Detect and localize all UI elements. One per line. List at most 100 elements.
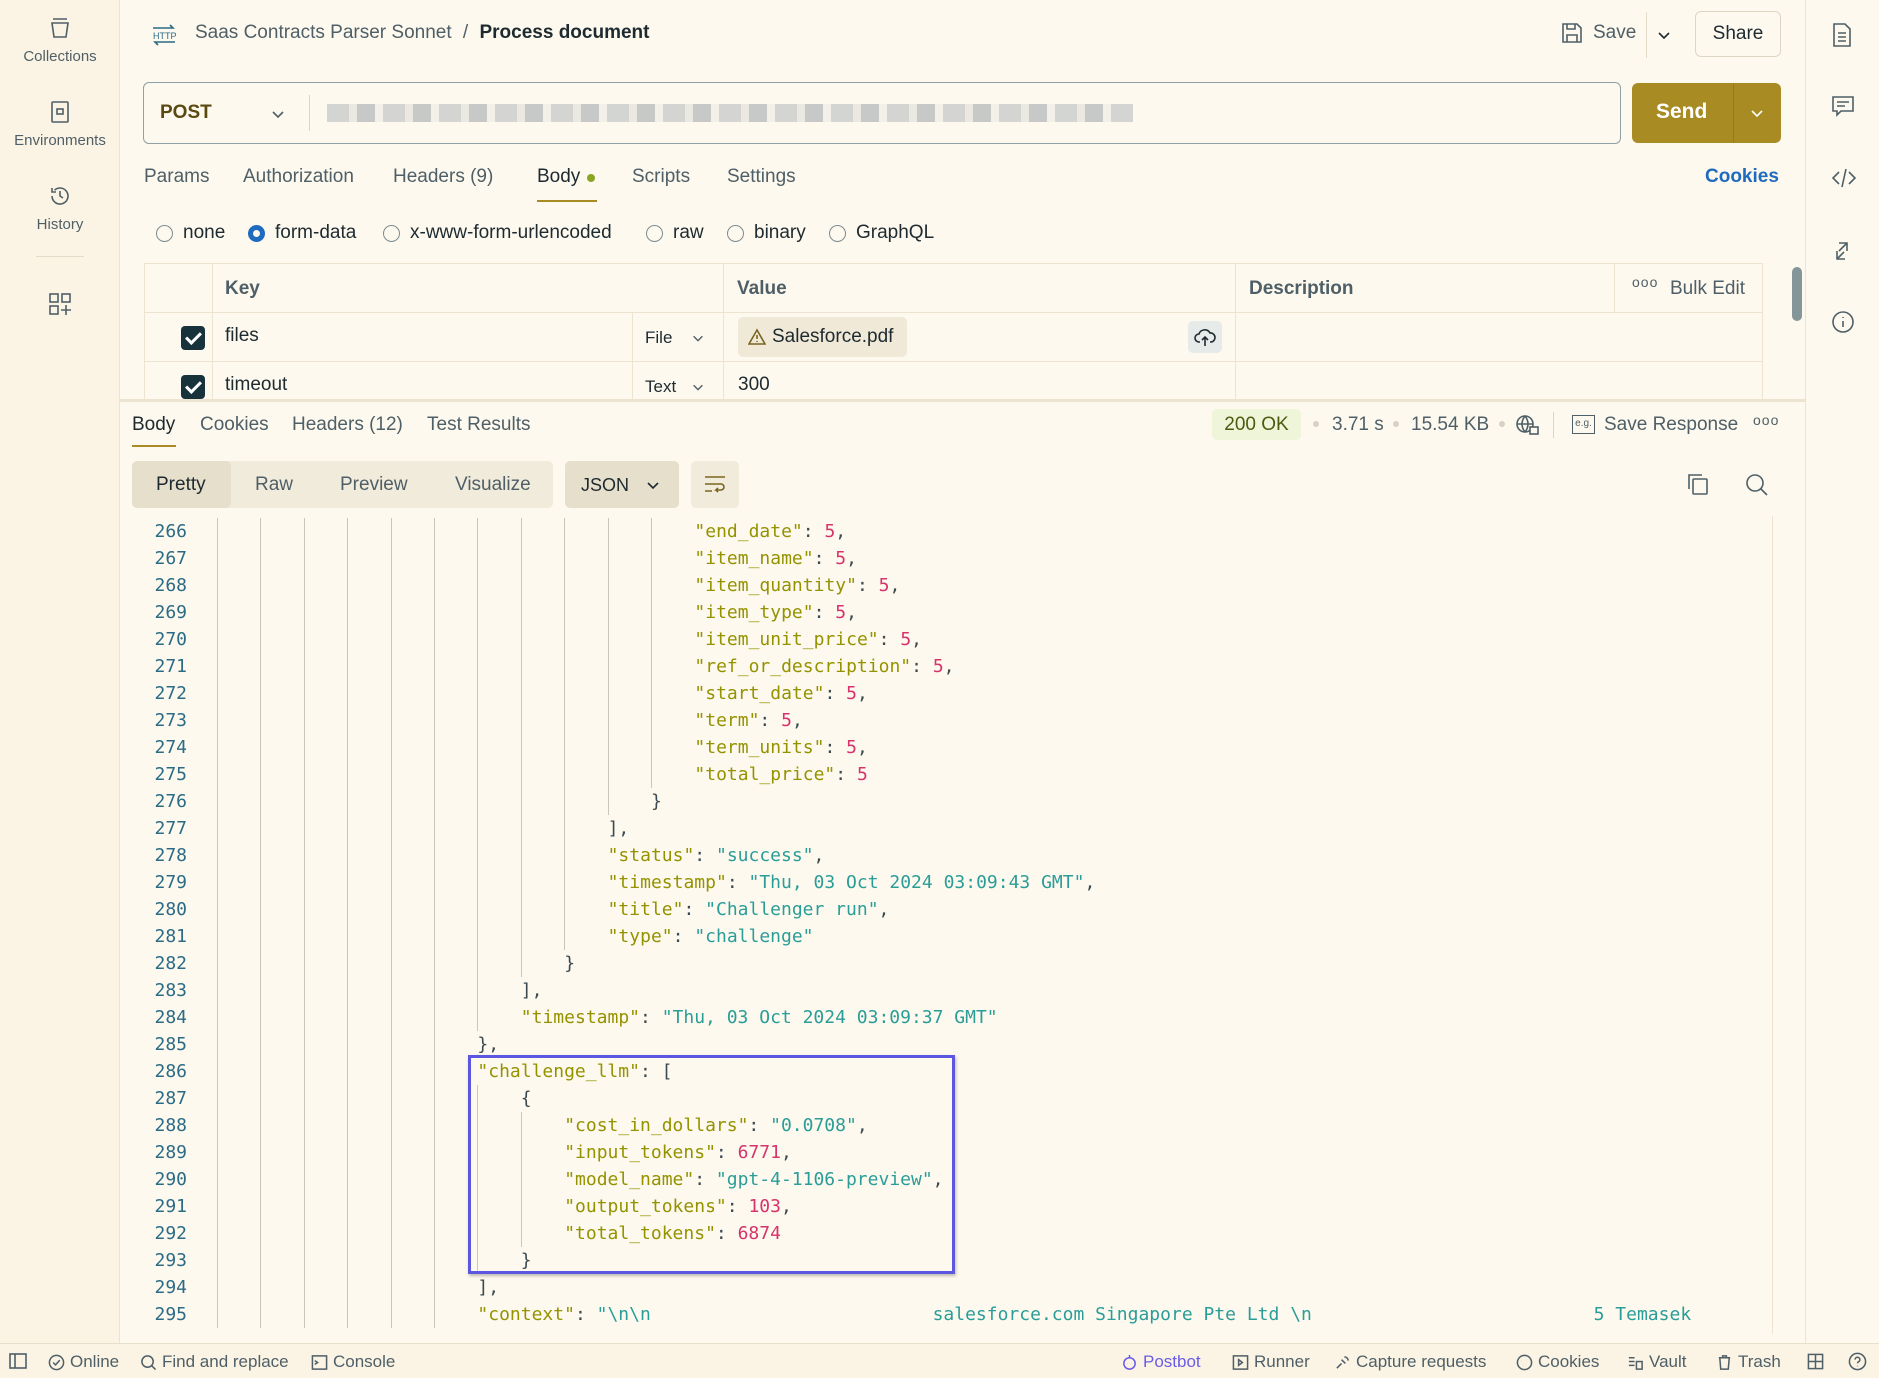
online-status[interactable]: Online [48, 1352, 119, 1372]
breadcrumb-collection[interactable]: Saas Contracts Parser Sonnet [195, 22, 452, 43]
more-options-icon[interactable]: ooo [1753, 412, 1779, 428]
cookies-link[interactable]: Cookies [1705, 166, 1779, 188]
pane-divider[interactable] [120, 399, 1805, 402]
status-badge[interactable]: 200 OK [1212, 409, 1301, 440]
copy-icon[interactable] [1686, 472, 1710, 496]
response-tab-cookies[interactable]: Cookies [200, 414, 269, 436]
vault-button[interactable]: Vault [1627, 1352, 1687, 1372]
response-tab-headers[interactable]: Headers (12) [292, 414, 403, 436]
toggle-sidebar-icon[interactable] [9, 1353, 27, 1369]
tab-params[interactable]: Params [144, 166, 209, 188]
indent-guide [260, 761, 262, 788]
view-pretty[interactable]: Pretty [156, 474, 206, 496]
more-options-icon[interactable]: ooo [1632, 274, 1658, 290]
column-header-description: Description [1249, 278, 1354, 299]
view-visualize[interactable]: Visualize [455, 474, 531, 496]
documentation-icon[interactable] [1831, 22, 1853, 48]
sidebar-item-environments[interactable]: Environments [0, 100, 120, 149]
json-punctuation: : [640, 1007, 662, 1028]
tab-settings[interactable]: Settings [727, 166, 796, 188]
radio-graphql[interactable]: GraphQL [829, 222, 934, 244]
method-select[interactable]: POST [160, 102, 212, 124]
response-size[interactable]: 15.54 KB [1411, 414, 1489, 436]
row-value[interactable]: 300 [738, 374, 770, 396]
view-preview[interactable]: Preview [340, 474, 408, 496]
row-checkbox[interactable] [181, 326, 205, 350]
save-response-button[interactable]: Save Response [1604, 414, 1738, 436]
indent-guide [347, 923, 349, 950]
indent-guide [260, 1220, 262, 1247]
tab-body[interactable]: Body [537, 166, 580, 188]
radio-raw[interactable]: raw [646, 222, 704, 244]
row-key[interactable]: files [225, 325, 259, 347]
indent-guide [217, 1085, 218, 1112]
code-text: "item_name": 5, [694, 545, 857, 572]
json-string: "success" [715, 845, 814, 866]
status-bar: Online Find and replace Console Postbot … [0, 1343, 1879, 1378]
trash-button[interactable]: Trash [1716, 1352, 1781, 1372]
runner-button[interactable]: Runner [1232, 1352, 1310, 1372]
add-apps-icon[interactable] [48, 292, 72, 316]
tab-scripts[interactable]: Scripts [632, 166, 690, 188]
right-sidebar [1805, 0, 1879, 1344]
file-chip[interactable]: Salesforce.pdf [738, 317, 907, 357]
help-icon[interactable] [1848, 1352, 1867, 1371]
chevron-down-icon[interactable] [691, 380, 705, 394]
radio-none[interactable]: none [156, 222, 225, 244]
indent-guide [434, 977, 435, 1004]
indent-guide [217, 761, 218, 788]
send-button[interactable]: Send [1656, 100, 1707, 124]
indent-guide [390, 1031, 392, 1058]
row-checkbox[interactable] [181, 375, 205, 399]
row-type-select[interactable]: Text [645, 377, 676, 397]
wrap-lines-button[interactable] [691, 461, 739, 508]
chevron-down-icon[interactable] [270, 106, 286, 122]
tab-headers[interactable]: Headers (9) [393, 166, 493, 188]
indent-guide [347, 842, 349, 869]
send-options-chevron-icon[interactable] [1749, 105, 1765, 121]
format-select[interactable]: JSON [565, 461, 679, 508]
view-raw[interactable]: Raw [255, 474, 293, 496]
editor-scrollbar-track[interactable] [1772, 516, 1773, 1334]
response-time[interactable]: 3.71 s [1332, 414, 1384, 436]
find-and-replace-button[interactable]: Find and replace [140, 1352, 289, 1372]
info-icon[interactable] [1831, 310, 1855, 334]
save-button[interactable]: Save [1561, 22, 1636, 44]
capture-requests-button[interactable]: Capture requests [1334, 1352, 1486, 1372]
console-button[interactable]: Console [311, 1352, 395, 1372]
url-input[interactable] [327, 104, 1133, 122]
response-tab-body[interactable]: Body [132, 414, 175, 436]
radio-x-www-form-urlencoded[interactable]: x-www-form-urlencoded [383, 222, 612, 244]
radio-form-data[interactable]: form-data [248, 222, 356, 244]
cookies-button[interactable]: Cookies [1516, 1352, 1599, 1372]
sidebar-item-collections[interactable]: Collections [0, 16, 120, 65]
bulk-edit-button[interactable]: Bulk Edit [1670, 278, 1745, 300]
row-type-select[interactable]: File [645, 328, 672, 348]
json-punctuation: : [802, 521, 825, 542]
share-button[interactable]: Share [1695, 11, 1781, 57]
upload-button[interactable] [1188, 321, 1222, 353]
response-tab-test-results[interactable]: Test Results [427, 414, 530, 436]
indent-guide [303, 707, 305, 734]
row-key[interactable]: timeout [225, 374, 287, 396]
save-options-chevron-icon[interactable] [1656, 27, 1672, 43]
comments-icon[interactable] [1831, 94, 1855, 118]
code-icon[interactable] [1831, 166, 1857, 190]
chevron-down-icon[interactable] [691, 331, 705, 345]
layout-icon[interactable] [1807, 1353, 1824, 1370]
radio-binary[interactable]: binary [727, 222, 806, 244]
tab-authorization[interactable]: Authorization [243, 166, 354, 188]
search-icon[interactable] [1744, 472, 1770, 498]
request-scrollbar[interactable] [1792, 267, 1802, 321]
indent-guide [520, 761, 522, 788]
indent-guide [303, 1004, 305, 1031]
code-line: 279 "timestamp": "Thu, 03 Oct 2024 03:09:… [132, 869, 1772, 896]
code-text: }, [477, 1031, 499, 1058]
globe-lock-icon[interactable] [1515, 413, 1541, 437]
code-line: 277], [132, 815, 1772, 842]
related-collections-icon[interactable] [1831, 240, 1853, 262]
indent-guide [520, 815, 522, 842]
postbot-button[interactable]: Postbot [1121, 1352, 1201, 1372]
line-number: 277 [154, 818, 187, 839]
sidebar-item-history[interactable]: History [0, 184, 120, 233]
